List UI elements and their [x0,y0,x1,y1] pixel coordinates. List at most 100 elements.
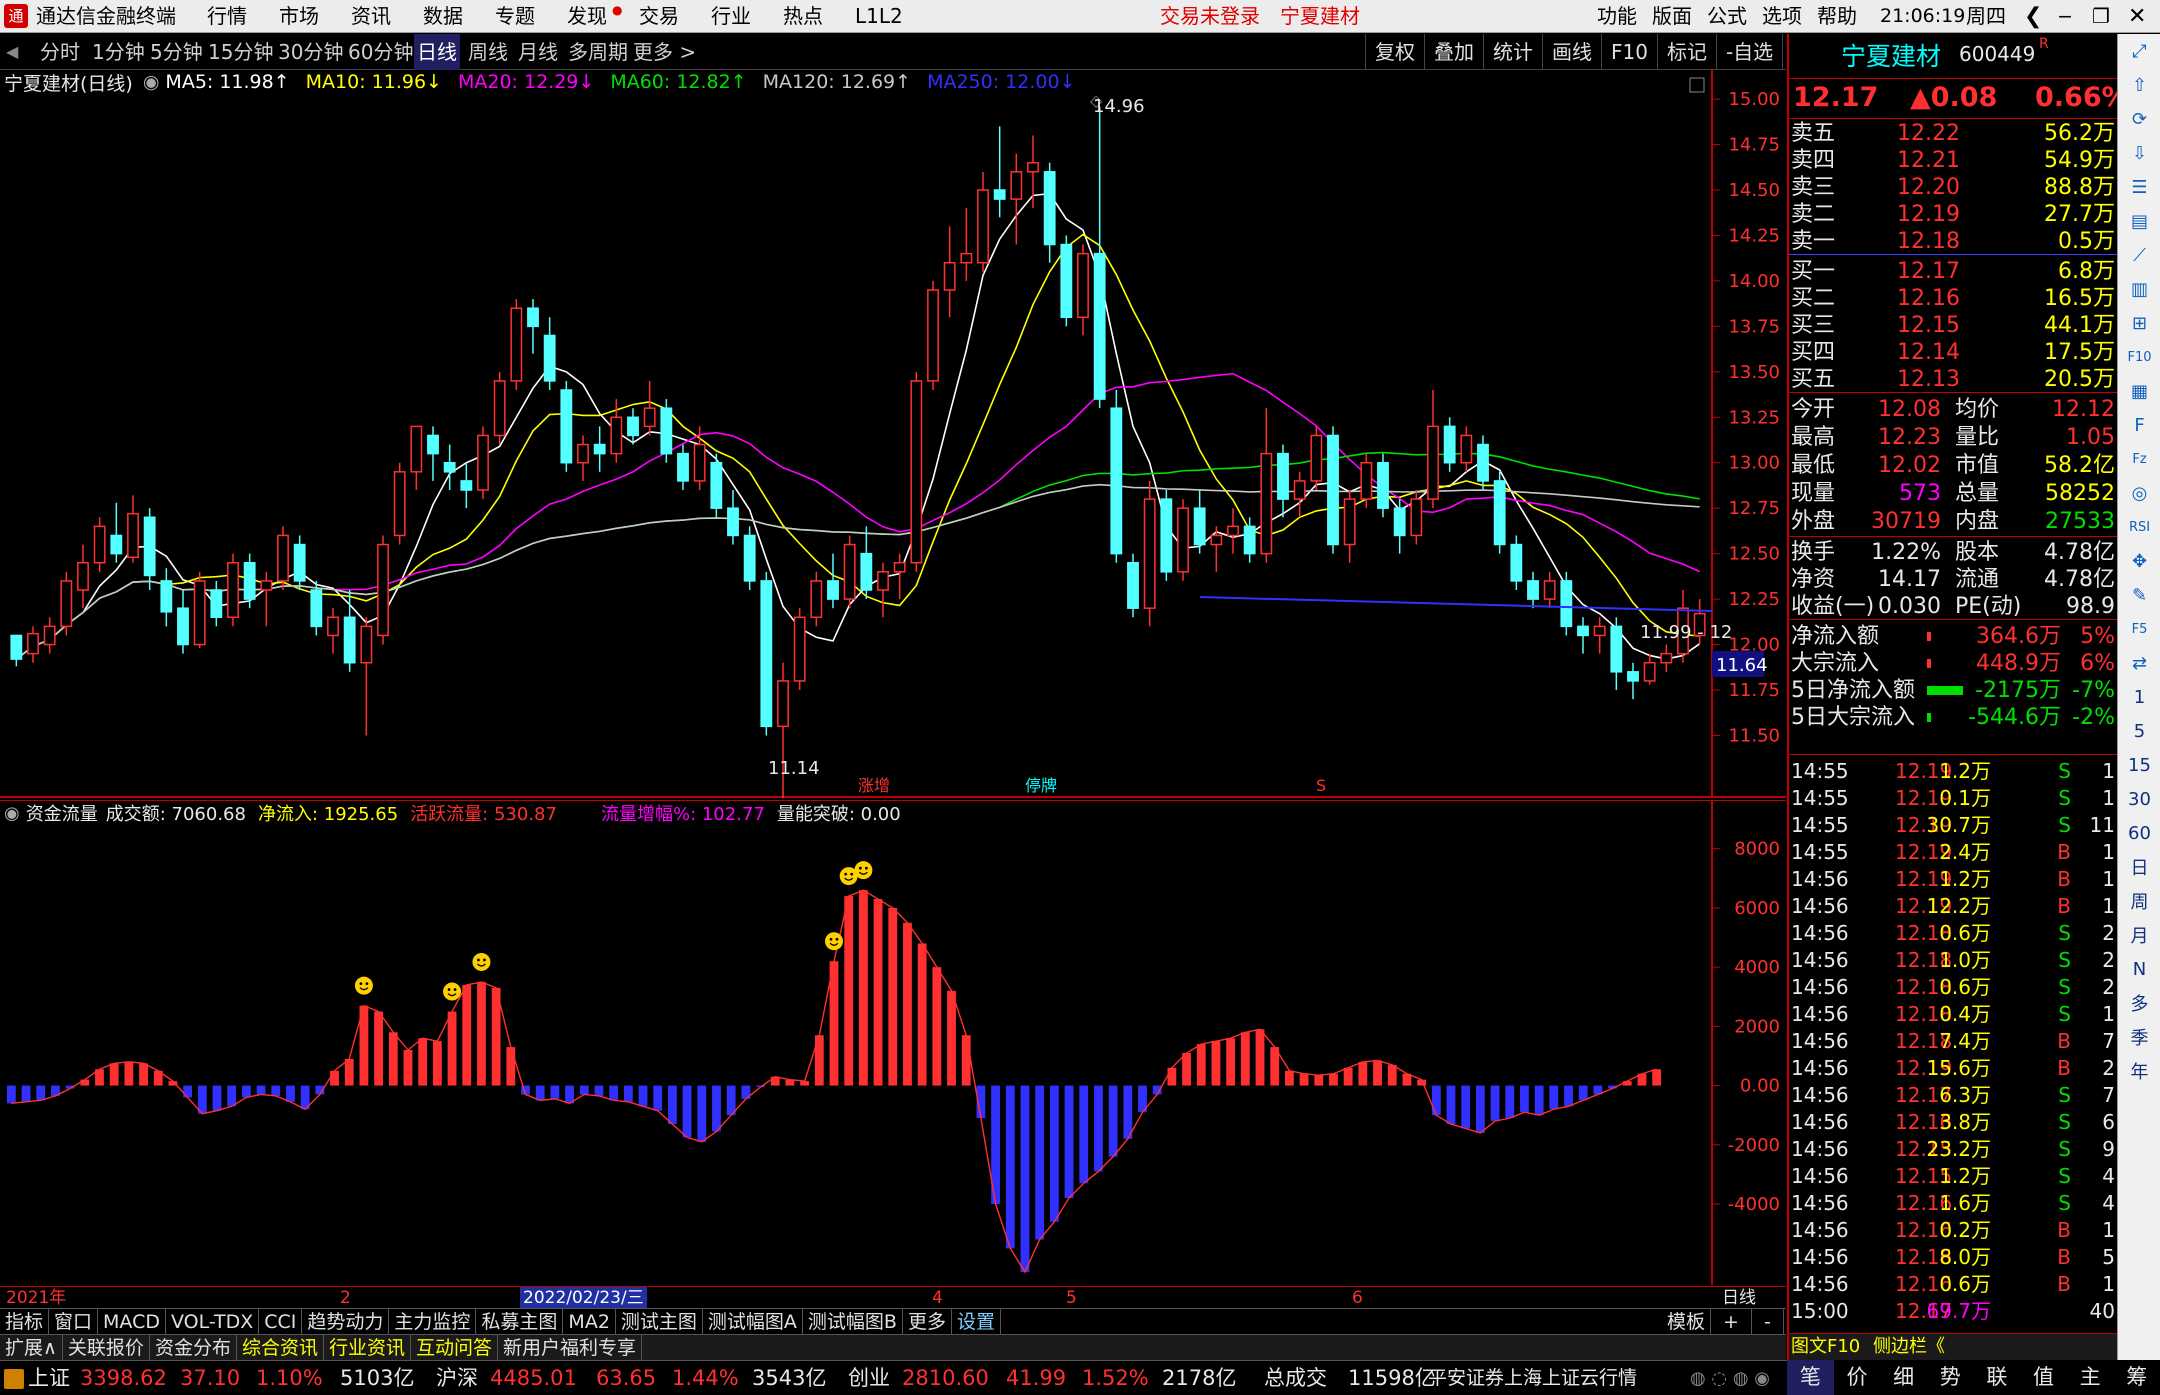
tab-vol-tdx[interactable]: VOL-TDX [166,1309,260,1335]
tab-indicator[interactable]: 指标 [0,1309,50,1335]
stat-row[interactable]: 收益(一) 0.030 PE(动) 98.9 [1789,593,2119,620]
login-status[interactable]: 交易未登录 [1160,0,1260,33]
side-period-7[interactable]: 月 [2118,918,2160,952]
tab-trend-power[interactable]: 趋势动力 [302,1309,390,1335]
stat-row[interactable]: 净资 14.17 流通 4.78亿 [1789,566,2119,593]
ask-row[interactable]: 卖三 12.20 88.8万 [1789,174,2119,201]
line-icon[interactable]: ⟋ [2118,238,2160,272]
period-60min[interactable]: 60分钟 [348,34,413,70]
hs-label[interactable]: 沪深 [436,1361,478,1395]
side-period-9[interactable]: 多 [2118,986,2160,1020]
side-period-10[interactable]: 季 [2118,1020,2160,1054]
bid-row[interactable]: 买五 12.13 20.5万 [1789,366,2119,393]
maximize-icon[interactable]: ❐ [2092,0,2110,33]
indicator-settings-icon[interactable]: ◉ [143,71,160,93]
tab-qa[interactable]: 互动问答 [411,1335,498,1361]
menu-help[interactable]: 帮助 [1817,0,1857,33]
menu-function[interactable]: 功能 [1597,0,1637,33]
tab-strokes[interactable]: 笔 [1787,1360,1834,1395]
refresh-icon[interactable]: ⟳ [2118,102,2160,136]
event-marker-2[interactable]: 停牌 [1025,776,1057,795]
period-15min[interactable]: 15分钟 [208,34,273,70]
indicator-settings-icon-2[interactable]: ◉ [4,803,20,824]
tool-unwatch[interactable]: -自选 [1715,34,1782,70]
tick-row[interactable]: 14:56 12.17 6.3万 S 7 [1789,1082,2119,1109]
tool-overlay[interactable]: 叠加 [1424,34,1483,70]
tab-f10-text[interactable]: 图文F10 [1791,1334,1860,1360]
side-period-2[interactable]: 15 [2118,748,2160,782]
tick-row[interactable]: 14:56 12.19 15.6万 B 2 [1789,1055,2119,1082]
period-30min[interactable]: 30分钟 [278,34,343,70]
side-period-4[interactable]: 60 [2118,816,2160,850]
menu-layout[interactable]: 版面 [1652,0,1692,33]
stat-row[interactable]: 现量 573 总量 58252 [1789,480,2119,507]
flow-row[interactable]: 5日大宗流入 -544.6万 -2% [1789,704,2119,731]
tab-industry-news[interactable]: 行业资讯 [324,1335,411,1361]
tab-price[interactable]: 价 [1834,1360,1881,1395]
tab-window[interactable]: 窗口 [49,1309,99,1335]
tick-row[interactable]: 14:56 12.16 1.6万 S 4 [1789,1190,2119,1217]
back-nav-icon[interactable]: ❮ [2024,0,2042,33]
news-icon[interactable]: ▦ [2118,374,2160,408]
tool-stats[interactable]: 统计 [1483,34,1542,70]
tab-expand[interactable]: 扩展∧ [0,1335,63,1361]
index-menu-icon[interactable] [4,1369,24,1389]
stat-row[interactable]: 换手 1.22% 股本 4.78亿 [1789,539,2119,566]
status-icons[interactable]: ◍ ◌ ◍ ◉ [1690,1361,1770,1395]
bid-row[interactable]: 买二 12.16 16.5万 [1789,285,2119,312]
tab-main-monitor[interactable]: 主力监控 [389,1309,477,1335]
f10-icon[interactable]: F10 [2118,340,2160,374]
tab-fund-dist[interactable]: 资金分布 [150,1335,237,1361]
side-period-5[interactable]: 日 [2118,850,2160,884]
tab-linked[interactable]: 联 [1974,1360,2021,1395]
expand-icon[interactable]: ⤢ [2118,34,2160,68]
tab-private-main[interactable]: 私募主图 [476,1309,564,1335]
pen-icon[interactable]: ✎ [2118,578,2160,612]
ask-row[interactable]: 卖一 12.18 0.5万 [1789,228,2119,255]
menu-discover[interactable]: 发现 [567,0,607,33]
flow-row[interactable]: 净流入额 364.6万 5% [1789,623,2119,650]
period-monthly[interactable]: 月线 [518,34,558,70]
menu-market[interactable]: 市场 [279,0,319,33]
menu-industry[interactable]: 行业 [711,0,751,33]
tick-row[interactable]: 14:56 12.16 0.6万 B 1 [1789,1271,2119,1298]
menu-info[interactable]: 资讯 [351,0,391,33]
minimize-icon[interactable]: ‒ [2058,0,2072,33]
rsi-icon[interactable]: RSI [2118,510,2160,544]
side-period-11[interactable]: 年 [2118,1054,2160,1088]
stat-row[interactable]: 今开 12.08 均价 12.12 [1789,396,2119,423]
up-icon[interactable]: ⇧ [2118,68,2160,102]
fz-icon[interactable]: Fz [2118,442,2160,476]
tool-draw[interactable]: 画线 [1542,34,1601,70]
stat-row[interactable]: 外盘 30719 内盘 27533 [1789,508,2119,535]
candlestick-chart[interactable]: 11.5011.7512.0012.2512.5012.7513.0013.25… [0,70,1786,798]
menu-hot[interactable]: 热点 [783,0,823,33]
side-period-1[interactable]: 5 [2118,714,2160,748]
tick-row[interactable]: 14:56 12.15 1.2万 S 4 [1789,1163,2119,1190]
menu-quotes[interactable]: 行情 [207,0,247,33]
tab-detail[interactable]: 细 [1880,1360,1927,1395]
ask-row[interactable]: 卖二 12.19 27.7万 [1789,201,2119,228]
tab-test-sub-a[interactable]: 测试幅图A [703,1309,803,1335]
tick-row[interactable]: 14:56 12.15 23.2万 S 9 [1789,1136,2119,1163]
tick-row[interactable]: 14:56 12.19 12.2万 B 1 [1789,893,2119,920]
panel-toggle-icon[interactable] [1689,77,1705,93]
tick-row[interactable]: 14:55 12.19 30.7万 S 11 [1789,812,2119,839]
f-icon[interactable]: F [2118,408,2160,442]
tick-row[interactable]: 14:56 12.18 0.6万 S 2 [1789,920,2119,947]
ask-row[interactable]: 卖五 12.22 56.2万 [1789,120,2119,147]
sh-label[interactable]: 上证 [28,1361,70,1395]
tick-row[interactable]: 14:56 12.18 1.0万 S 2 [1789,947,2119,974]
tab-new-user[interactable]: 新用户福利专享 [498,1335,643,1361]
bid-row[interactable]: 买四 12.14 17.5万 [1789,339,2119,366]
menu-formula[interactable]: 公式 [1707,0,1747,33]
bid-row[interactable]: 买一 12.17 6.8万 [1789,258,2119,285]
tool-adjust[interactable]: 复权 [1365,34,1424,70]
swap-icon[interactable]: ⇄ [2118,646,2160,680]
tab-chips[interactable]: 筹 [2113,1360,2160,1395]
side-period-8[interactable]: N [2118,952,2160,986]
tick-row[interactable]: 14:56 12.19 1.2万 B 1 [1789,866,2119,893]
tab-add-icon[interactable]: + [1711,1309,1752,1335]
event-marker-1[interactable]: 涨增 [858,776,890,795]
period-5min[interactable]: 5分钟 [150,34,203,70]
